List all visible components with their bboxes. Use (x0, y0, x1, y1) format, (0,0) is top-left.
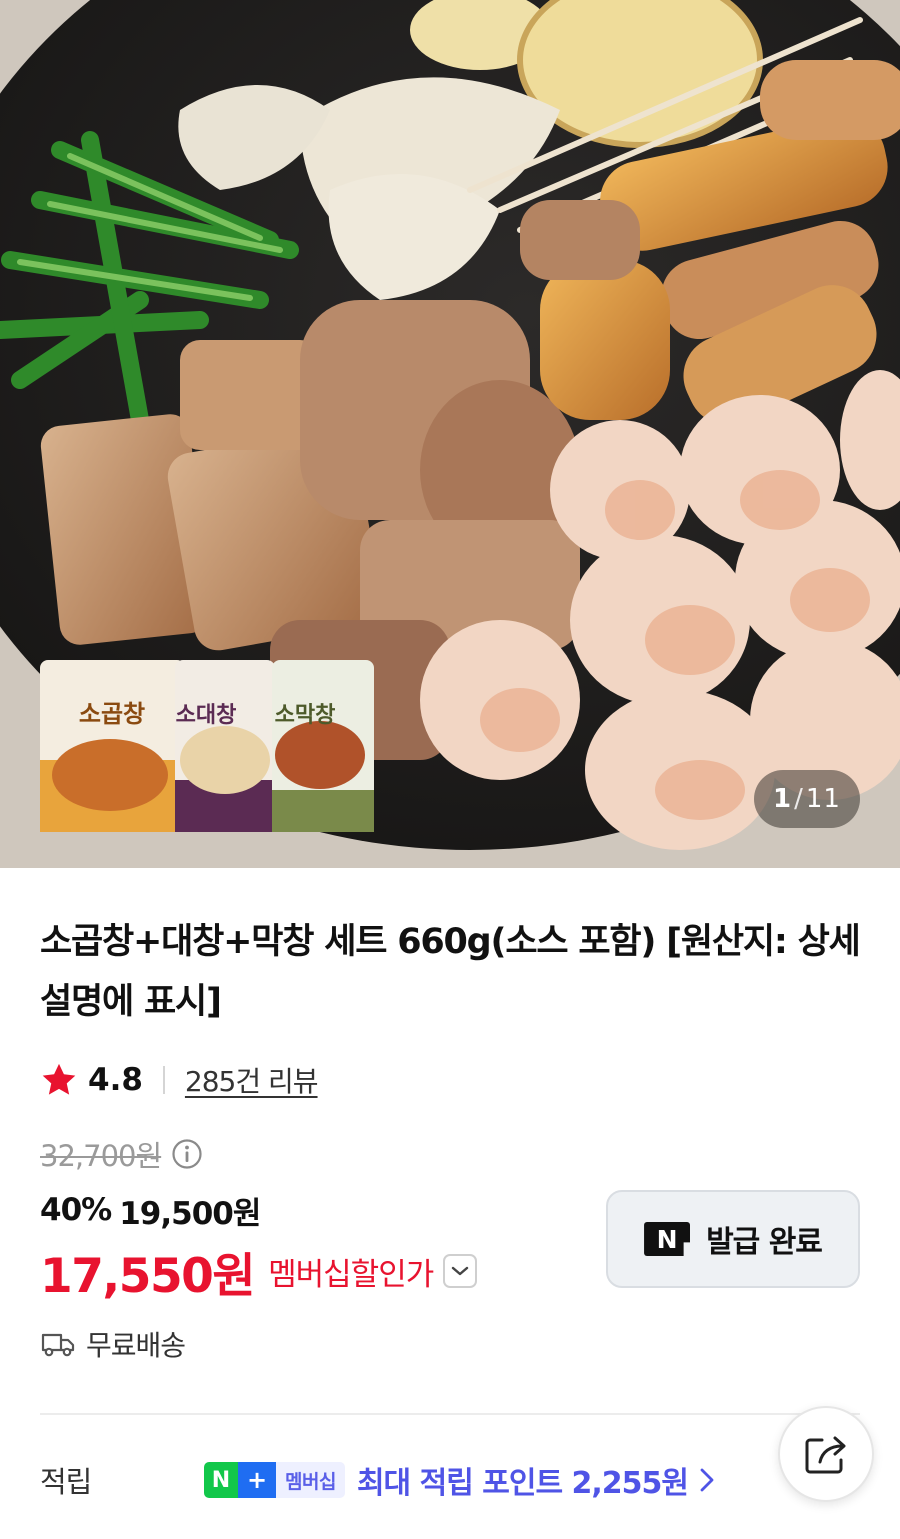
chevron-right-icon (700, 1468, 714, 1492)
rating-row: 4.8 285건 리뷰 (40, 1058, 319, 1102)
rating-divider (162, 1066, 165, 1094)
points-row[interactable]: 적립 N + 멤버십 최대 적립 포인트 2,255원 (40, 1454, 760, 1506)
member-price-label: 멤버십할인가 (268, 1256, 434, 1293)
star-icon (42, 1063, 76, 1095)
package-label-2: 소대창 (176, 703, 237, 728)
naver-plus-membership-badge: N + 멤버십 (204, 1462, 345, 1498)
info-icon[interactable] (171, 1138, 203, 1170)
max-points-text: 최대 적립 포인트 2,255원 (356, 1466, 689, 1501)
sale-price-row: 40% 19,500원 (40, 1188, 261, 1232)
package-sogopchang: 소곱창 (40, 660, 185, 832)
member-price-toggle[interactable] (443, 1254, 478, 1288)
package-label-3: 소막창 (275, 703, 336, 728)
badge-membership-text: 멤버십 (276, 1462, 345, 1498)
member-price-row: 17,550원 멤버십할인가 (40, 1240, 478, 1304)
image-counter-separator: / (794, 784, 804, 814)
delivery-label: 무료배송 (86, 1329, 186, 1362)
review-count-link[interactable]: 285건 리뷰 (185, 1060, 319, 1100)
truck-icon (41, 1333, 75, 1357)
share-button[interactable] (778, 1406, 874, 1502)
image-counter-total: 11 (805, 784, 841, 814)
image-counter: 1/11 (754, 770, 860, 828)
product-photo: 소곱창 소대창 소막창 (0, 0, 900, 868)
points-label: 적립 (40, 1465, 92, 1499)
member-price: 17,550원 (40, 1248, 256, 1304)
package-label-1: 소곱창 (79, 700, 145, 728)
naver-n-logo: N (644, 1222, 691, 1256)
coupon-issued-button[interactable]: N 발급 완료 (606, 1190, 860, 1288)
coupon-button-label: 발급 완료 (706, 1225, 823, 1260)
section-divider (40, 1413, 860, 1415)
badge-n: N (204, 1462, 238, 1498)
delivery-row: 무료배송 (40, 1322, 186, 1366)
rating-value: 4.8 (88, 1062, 143, 1098)
share-icon (805, 1436, 846, 1474)
product-image-gallery[interactable]: 소곱창 소대창 소막창 1/11 (0, 0, 900, 868)
discount-percent: 40% (40, 1192, 112, 1228)
chevron-down-icon (452, 1266, 469, 1276)
badge-plus: + (238, 1462, 276, 1498)
original-price-row: 32,700원 (40, 1134, 203, 1174)
package-somakchang: 소막창 (272, 660, 374, 832)
original-price: 32,700원 (40, 1139, 162, 1173)
image-counter-current: 1 (773, 784, 793, 814)
sale-price: 19,500원 (119, 1195, 261, 1232)
package-sodaechang: 소대창 (175, 660, 275, 832)
product-title: 소곱창+대창+막창 세트 660g(소스 포함) [원산지: 상세설명에 표시] (40, 922, 861, 1022)
